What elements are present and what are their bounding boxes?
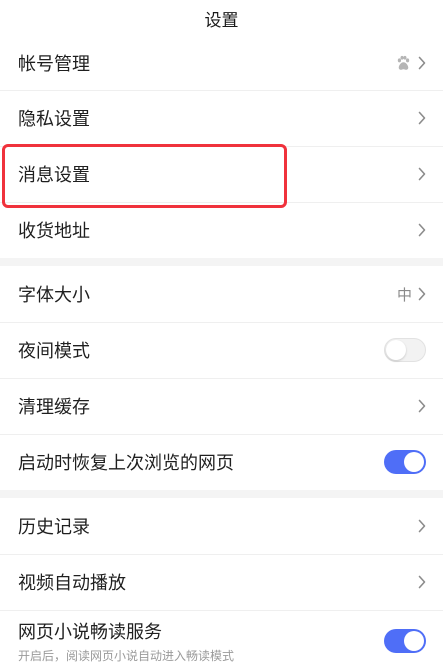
toggle-knob bbox=[404, 452, 424, 472]
video-autoplay-label: 视频自动播放 bbox=[18, 573, 126, 594]
night-mode-right bbox=[384, 338, 426, 362]
settings-row-message[interactable]: 消息设置 bbox=[0, 146, 443, 202]
section-divider bbox=[0, 258, 443, 266]
toggle-knob bbox=[386, 340, 406, 360]
novel-reader-toggle[interactable] bbox=[384, 629, 426, 653]
chevron-right-icon bbox=[418, 575, 426, 589]
address-label: 收货地址 bbox=[18, 221, 90, 242]
header: 设置 bbox=[0, 0, 443, 36]
privacy-label: 隐私设置 bbox=[18, 109, 90, 130]
chevron-right-icon bbox=[418, 167, 426, 181]
settings-row-novel-reader: 网页小说畅读服务 开启后，阅读网页小说自动进入畅读模式 bbox=[0, 610, 443, 671]
video-autoplay-right bbox=[418, 575, 426, 589]
chevron-right-icon bbox=[418, 287, 426, 301]
settings-group-account: 帐号管理 隐私设置 消息设置 收货地址 bbox=[0, 36, 443, 258]
settings-row-history[interactable]: 历史记录 bbox=[0, 498, 443, 554]
restore-pages-right bbox=[384, 450, 426, 474]
night-mode-toggle[interactable] bbox=[384, 338, 426, 362]
settings-group-display: 字体大小 中 夜间模式 清理缓存 启动时恢复上次浏览的网页 bbox=[0, 266, 443, 490]
chevron-right-icon bbox=[418, 399, 426, 413]
settings-row-account[interactable]: 帐号管理 bbox=[0, 36, 443, 90]
chevron-right-icon bbox=[418, 111, 426, 125]
section-divider bbox=[0, 490, 443, 498]
font-size-right: 中 bbox=[397, 284, 426, 305]
message-right bbox=[418, 167, 426, 181]
history-right bbox=[418, 519, 426, 533]
settings-group-browsing: 历史记录 视频自动播放 网页小说畅读服务 开启后，阅读网页小说自动进入畅读模式 bbox=[0, 498, 443, 671]
message-label: 消息设置 bbox=[18, 165, 90, 186]
privacy-right bbox=[418, 111, 426, 125]
clear-cache-label: 清理缓存 bbox=[18, 397, 90, 418]
chevron-right-icon bbox=[418, 223, 426, 237]
novel-reader-subtitle: 开启后，阅读网页小说自动进入畅读模式 bbox=[18, 649, 235, 663]
night-mode-label: 夜间模式 bbox=[18, 341, 90, 362]
settings-row-font-size[interactable]: 字体大小 中 bbox=[0, 266, 443, 322]
clear-cache-right bbox=[418, 399, 426, 413]
restore-pages-toggle[interactable] bbox=[384, 450, 426, 474]
font-size-value: 中 bbox=[396, 285, 412, 304]
settings-row-video-autoplay[interactable]: 视频自动播放 bbox=[0, 554, 443, 610]
novel-reader-right bbox=[384, 629, 426, 653]
settings-row-restore-pages: 启动时恢复上次浏览的网页 bbox=[0, 434, 443, 490]
restore-pages-label: 启动时恢复上次浏览的网页 bbox=[18, 453, 234, 474]
settings-row-privacy[interactable]: 隐私设置 bbox=[0, 90, 443, 146]
baidu-paw-icon bbox=[397, 55, 410, 70]
chevron-right-icon bbox=[418, 56, 426, 70]
account-right bbox=[395, 55, 426, 72]
settings-row-clear-cache[interactable]: 清理缓存 bbox=[0, 378, 443, 434]
font-size-label: 字体大小 bbox=[18, 285, 90, 306]
history-label: 历史记录 bbox=[18, 517, 90, 538]
settings-row-address[interactable]: 收货地址 bbox=[0, 202, 443, 258]
page-title: 设置 bbox=[204, 10, 239, 31]
novel-reader-label: 网页小说畅读服务 bbox=[18, 622, 162, 643]
toggle-knob bbox=[404, 631, 424, 651]
address-right bbox=[418, 223, 426, 237]
account-label: 帐号管理 bbox=[18, 54, 90, 75]
novel-reader-text: 网页小说畅读服务 开启后，阅读网页小说自动进入畅读模式 bbox=[18, 618, 384, 664]
settings-page: 设置 帐号管理 隐私设置 消息设置 收货地址 字体大小 中 夜间模式 清理缓存 … bbox=[0, 0, 443, 671]
settings-row-night-mode: 夜间模式 bbox=[0, 322, 443, 378]
chevron-right-icon bbox=[418, 519, 426, 533]
